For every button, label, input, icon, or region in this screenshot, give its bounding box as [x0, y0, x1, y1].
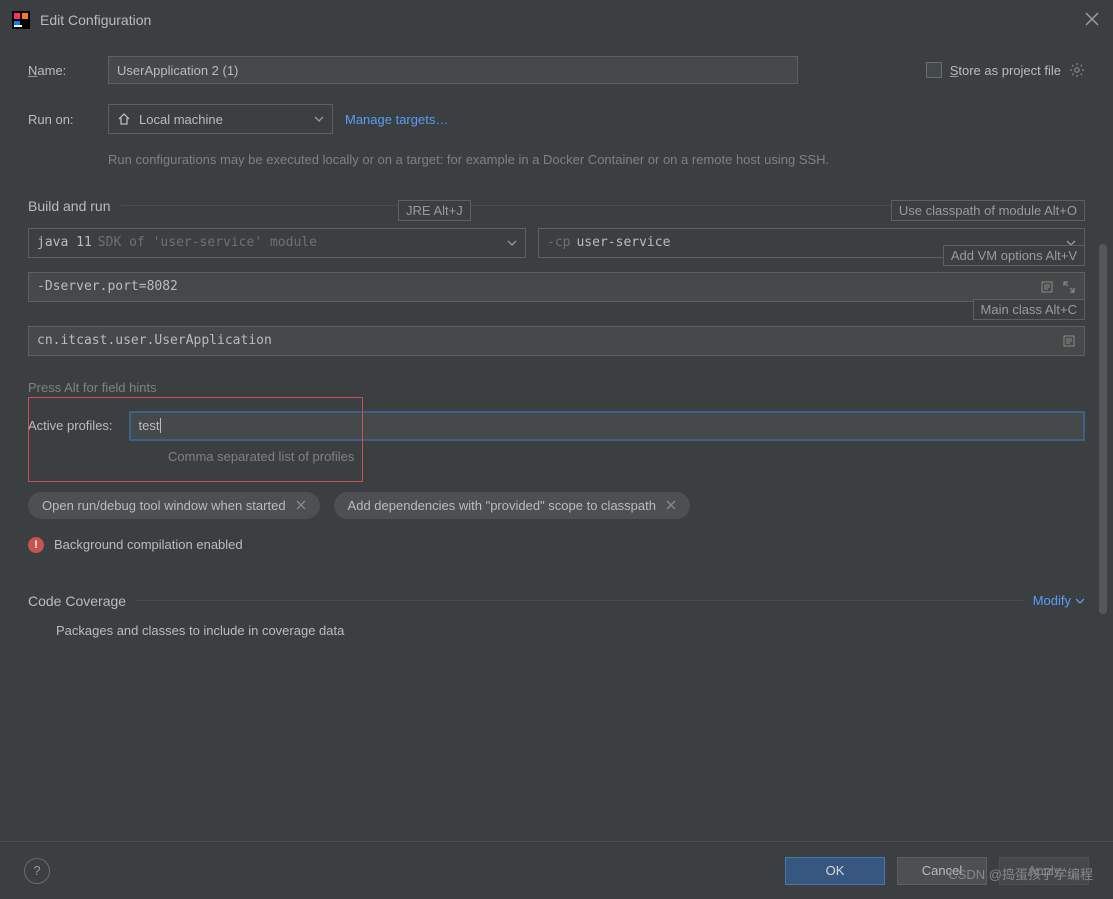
error-icon: !	[28, 537, 44, 553]
cp-hint: Use classpath of module Alt+O	[891, 200, 1085, 221]
jre-select[interactable]: java 11 SDK of 'user-service' module	[28, 228, 526, 258]
runon-combo[interactable]: Local machine	[108, 104, 333, 134]
mainclass-row: Main class Alt+C cn.itcast.user.UserAppl…	[28, 326, 1085, 356]
close-icon[interactable]	[296, 500, 306, 510]
coverage-modify-text: Modify	[1033, 593, 1071, 608]
chip-open-tool-window[interactable]: Open run/debug tool window when started	[28, 492, 320, 519]
chip-label: Add dependencies with "provided" scope t…	[348, 498, 656, 513]
jre-hint: JRE Alt+J	[398, 200, 471, 221]
runon-hint: Run configurations may be executed local…	[108, 150, 1085, 170]
chevron-down-icon	[507, 238, 517, 248]
profiles-value: test	[139, 418, 161, 433]
close-icon[interactable]	[666, 500, 676, 510]
vm-options-input[interactable]: -Dserver.port=8082	[28, 272, 1085, 302]
mc-hint: Main class Alt+C	[973, 299, 1085, 320]
error-row: ! Background compilation enabled	[28, 537, 1085, 553]
name-label: Name:	[28, 63, 96, 78]
cancel-button[interactable]: Cancel	[897, 857, 987, 885]
scrollbar-thumb[interactable]	[1099, 244, 1107, 614]
jre-suffix: SDK of 'user-service' module	[98, 235, 317, 250]
store-wrap: Store as project file	[926, 62, 1085, 78]
runon-label: Run on:	[28, 112, 96, 127]
vm-value: -Dserver.port=8082	[37, 279, 178, 294]
home-icon	[117, 112, 131, 126]
chip-provided-scope[interactable]: Add dependencies with "provided" scope t…	[334, 492, 690, 519]
build-section-title: Build and run	[28, 198, 111, 214]
section-divider	[121, 205, 938, 206]
chip-label: Open run/debug tool window when started	[42, 498, 286, 513]
apply-button[interactable]: Apply	[999, 857, 1089, 885]
close-icon[interactable]	[1085, 12, 1101, 28]
chips-row: Open run/debug tool window when started …	[28, 492, 1085, 519]
active-profiles-input[interactable]: test	[129, 411, 1085, 441]
store-checkbox[interactable]	[926, 62, 942, 78]
profiles-hint: Comma separated list of profiles	[168, 449, 1085, 464]
runon-row: Run on: Local machine Manage targets…	[28, 104, 1085, 134]
coverage-section-header: Code Coverage Modify	[28, 593, 1085, 609]
jre-value: java 11	[37, 235, 92, 250]
manage-targets-link[interactable]: Manage targets…	[345, 112, 448, 127]
jre-cp-row: JRE Alt+J Use classpath of module Alt+O …	[28, 228, 1085, 258]
mc-value: cn.itcast.user.UserApplication	[37, 333, 272, 348]
error-text: Background compilation enabled	[54, 537, 243, 552]
profiles-row: Active profiles: test	[28, 411, 1085, 441]
history-icon[interactable]	[1040, 280, 1054, 294]
name-input[interactable]	[108, 56, 798, 84]
coverage-hint: Packages and classes to include in cover…	[56, 623, 1085, 638]
bottom-bar: ? OK Cancel Apply	[0, 841, 1113, 899]
cp-value: user-service	[576, 235, 670, 250]
chevron-down-icon	[314, 114, 324, 124]
gear-icon[interactable]	[1069, 62, 1085, 78]
help-button[interactable]: ?	[24, 858, 50, 884]
main-class-input[interactable]: cn.itcast.user.UserApplication	[28, 326, 1085, 356]
browse-icon[interactable]	[1062, 334, 1076, 348]
coverage-modify-link[interactable]: Modify	[1033, 593, 1085, 608]
vm-hint: Add VM options Alt+V	[943, 245, 1085, 266]
vm-row: Add VM options Alt+V -Dserver.port=8082	[28, 272, 1085, 302]
cp-prefix: -cp	[547, 235, 570, 250]
content: Name: Store as project file Run on: Loca…	[0, 40, 1113, 638]
store-label: Store as project file	[950, 63, 1061, 78]
press-alt-hint: Press Alt for field hints	[28, 380, 1085, 395]
app-icon	[12, 11, 30, 29]
ok-button[interactable]: OK	[785, 857, 885, 885]
runon-value: Local machine	[139, 112, 223, 127]
profiles-label: Active profiles:	[28, 418, 113, 433]
titlebar: Edit Configuration	[0, 0, 1113, 40]
coverage-section-title: Code Coverage	[28, 593, 126, 609]
section-divider	[136, 600, 1023, 601]
dialog-title: Edit Configuration	[40, 12, 1085, 28]
expand-icon[interactable]	[1062, 280, 1076, 294]
name-row: Name: Store as project file	[28, 56, 1085, 84]
